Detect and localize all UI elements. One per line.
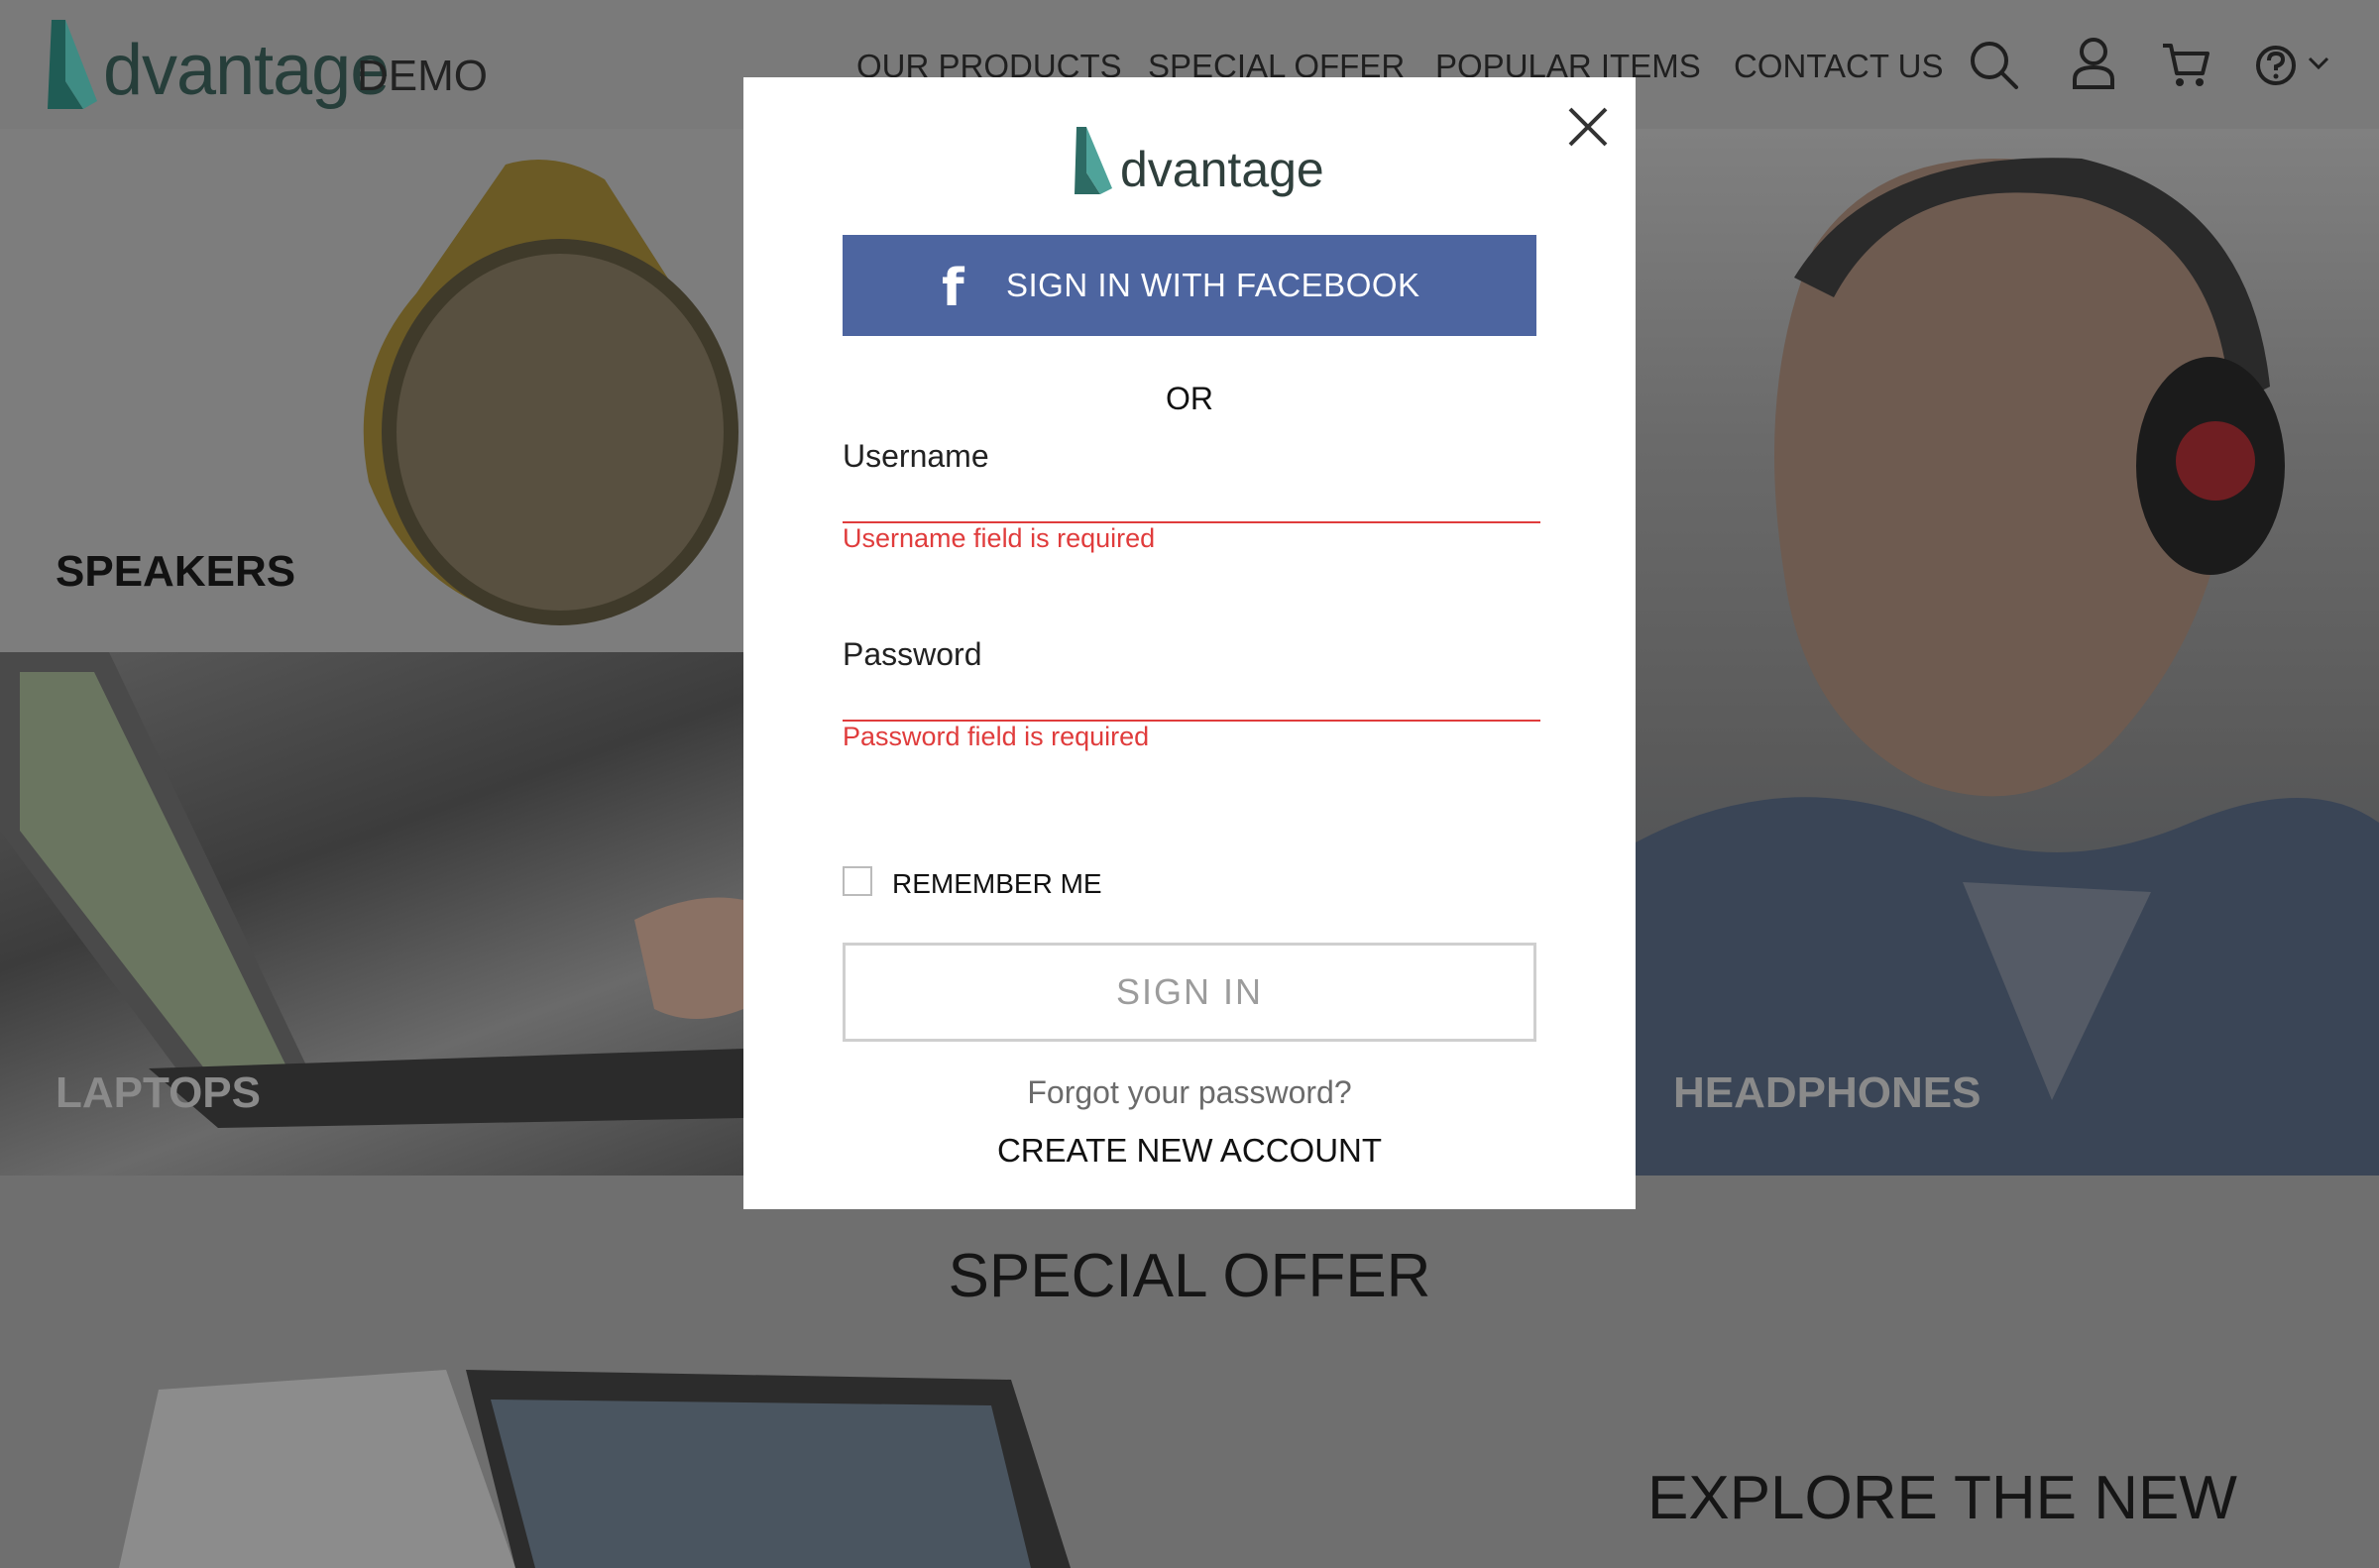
modal-logo-text: dvantage — [1120, 142, 1324, 197]
explore-heading: EXPLORE THE NEW — [1647, 1464, 2237, 1532]
nav-contact-us[interactable]: CONTACT US — [1734, 48, 1943, 85]
category-label-headphones: HEADPHONES — [1673, 1068, 1982, 1117]
category-tile-laptops[interactable]: LAPTOPS — [0, 652, 743, 1176]
cart-icon[interactable] — [2161, 40, 2210, 89]
sign-in-facebook-button[interactable]: f SIGN IN WITH FACEBOOK — [843, 235, 1536, 336]
chevron-down-icon[interactable] — [2308, 56, 2329, 71]
or-divider: OR — [1166, 381, 1213, 416]
create-account-link[interactable]: CREATE NEW ACCOUNT — [743, 1132, 1636, 1170]
speaker-image — [363, 160, 738, 625]
category-label-laptops: LAPTOPS — [56, 1068, 262, 1117]
advantage-logo-mark[interactable] — [44, 20, 103, 109]
category-label-speakers: SPEAKERS — [56, 547, 296, 596]
category-tile-headphones[interactable]: HEADPHONES — [1636, 129, 2379, 1176]
facebook-icon: f — [942, 259, 964, 318]
modal-logo-mark — [1075, 127, 1112, 194]
sign-in-button[interactable]: SIGN IN — [843, 943, 1536, 1042]
logo-demo-suffix: DEMO — [357, 52, 488, 100]
user-icon[interactable] — [2072, 36, 2115, 91]
search-icon[interactable] — [1969, 40, 2020, 91]
close-icon[interactable] — [1564, 103, 1612, 151]
forgot-password-link[interactable]: Forgot your password? — [743, 1074, 1636, 1111]
special-offer-laptop-image — [119, 1370, 1071, 1568]
password-error: Password field is required — [843, 722, 1150, 751]
password-input[interactable] — [843, 678, 1540, 722]
special-offer-title: SPECIAL OFFER — [948, 1242, 1431, 1310]
headphones-image — [1636, 158, 2379, 1176]
username-error: Username field is required — [843, 523, 1156, 553]
username-label: Username — [843, 438, 989, 474]
remember-me-label[interactable]: REMEMBER ME — [892, 868, 1102, 900]
help-icon[interactable] — [2254, 44, 2298, 87]
facebook-button-label: SIGN IN WITH FACEBOOK — [1006, 267, 1420, 303]
password-label: Password — [843, 636, 982, 672]
logo-text[interactable]: dvantage — [103, 30, 390, 111]
username-input[interactable] — [843, 480, 1540, 523]
remember-me-checkbox[interactable] — [843, 866, 872, 896]
category-tile-speakers[interactable]: SPEAKERS — [0, 129, 743, 652]
